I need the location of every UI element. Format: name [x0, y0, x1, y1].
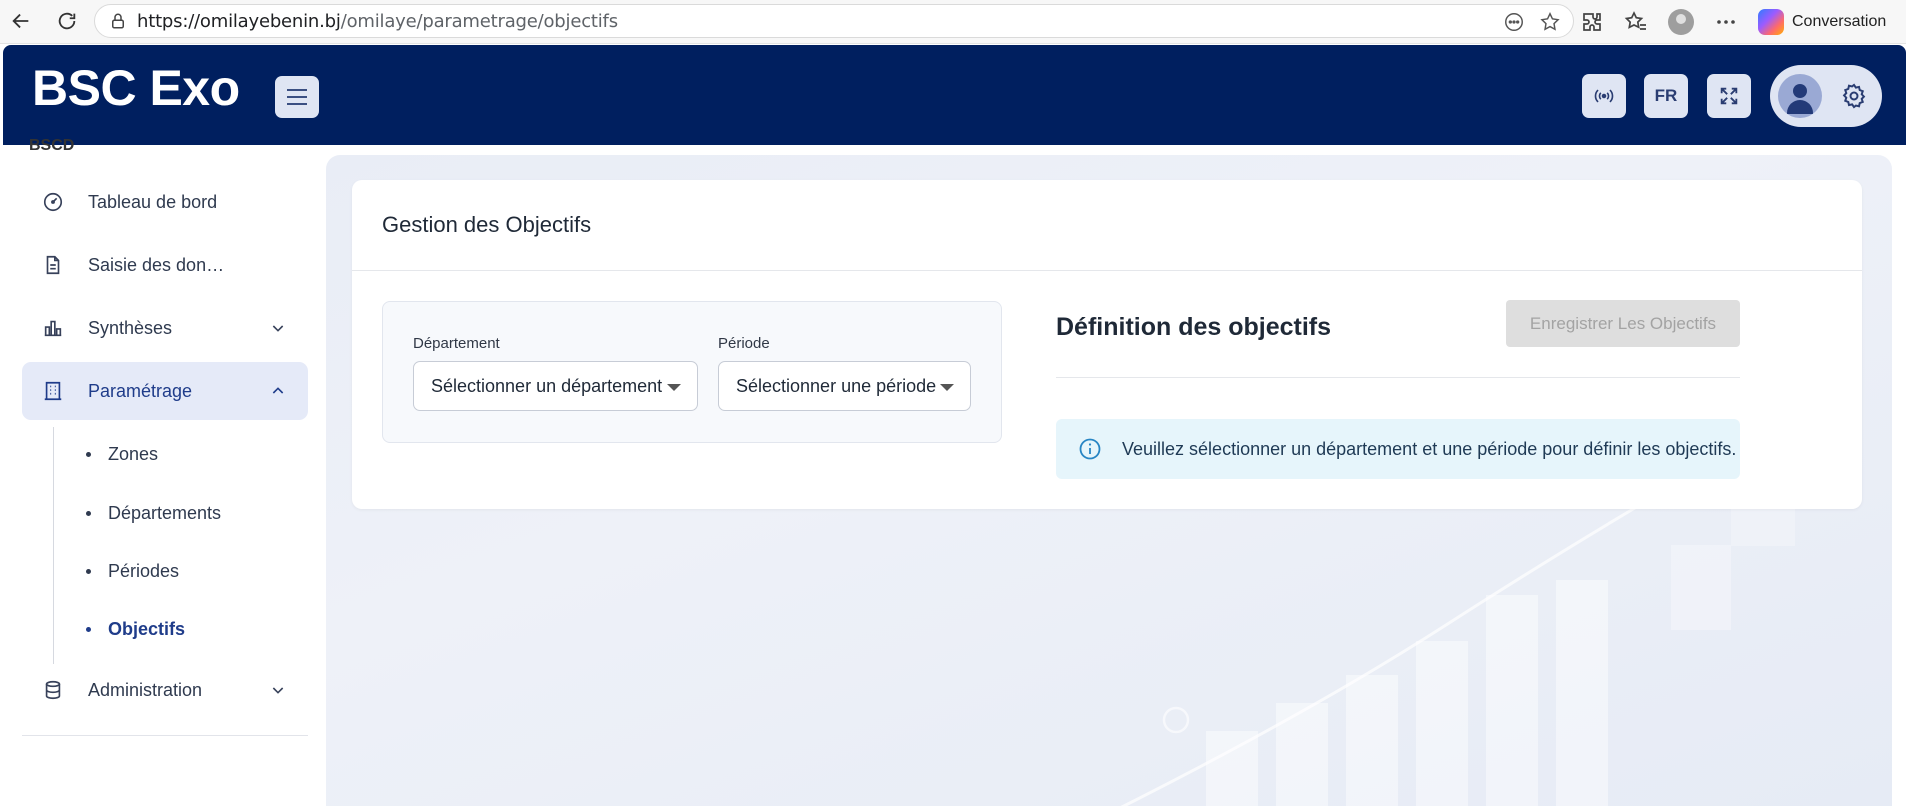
period-select-value: Sélectionner une période: [736, 375, 937, 396]
app-header: BSC Exo FR: [3, 45, 1906, 145]
broadcast-button[interactable]: [1582, 74, 1626, 118]
reader-icon[interactable]: [1503, 11, 1525, 33]
caret-down-icon: [940, 384, 954, 391]
reload-icon[interactable]: [50, 4, 84, 38]
browser-profile-icon[interactable]: [1668, 9, 1694, 35]
back-icon[interactable]: [4, 4, 38, 38]
gear-icon[interactable]: [1840, 82, 1868, 110]
sidebar-subitem-periods[interactable]: Périodes: [86, 556, 179, 586]
brand-title: BSC Exo: [32, 60, 240, 116]
favorite-star-icon[interactable]: [1539, 11, 1561, 33]
url-path: /omilaye/parametrage/objectifs: [340, 10, 618, 32]
database-icon: [45, 680, 61, 700]
avatar[interactable]: [1778, 74, 1822, 118]
definition-title: Définition des objectifs: [1056, 313, 1332, 341]
chevron-up-icon: [272, 387, 284, 394]
bullet-icon: [86, 510, 91, 516]
url-text: https://omilayebenin.bj/omilaye/parametr…: [137, 11, 618, 32]
bullet-icon: [86, 451, 91, 457]
copilot-button[interactable]: Conversation: [1758, 9, 1886, 35]
language-button[interactable]: FR: [1644, 74, 1688, 118]
bullet-icon: [86, 626, 91, 632]
info-icon: [1079, 438, 1101, 460]
department-select[interactable]: Sélectionner un département: [413, 361, 698, 411]
sidebar-item-label: Synthèses: [88, 317, 173, 338]
submenu-line: [53, 427, 54, 664]
copilot-icon: [1758, 9, 1784, 35]
url-host: https://omilayebenin.bj: [137, 10, 341, 32]
document-icon: [46, 255, 60, 275]
menu-toggle-button[interactable]: [275, 76, 319, 118]
caret-down-icon: [667, 384, 681, 391]
info-message: Veuillez sélectionner un département et …: [1122, 438, 1737, 459]
sidebar-item-label: Administration: [88, 679, 203, 700]
building-icon: [44, 381, 62, 401]
sidebar-item-syntheses[interactable]: Synthèses: [22, 299, 308, 357]
save-objectives-button[interactable]: Enregistrer Les Objectifs: [1506, 300, 1740, 347]
more-icon[interactable]: [1714, 10, 1738, 34]
sidebar: BSCD Tableau de bord Saisie des don… Syn…: [0, 137, 326, 806]
bullet-icon: [86, 568, 91, 574]
sidebar-item-label: Tableau de bord: [88, 191, 218, 212]
sidebar-item-data-entry[interactable]: Saisie des don…: [22, 236, 308, 294]
fullscreen-icon: [1720, 87, 1738, 105]
bar-chart-icon: [44, 320, 62, 337]
sidebar-subitem-objectives[interactable]: Objectifs: [86, 614, 185, 644]
page-title: Gestion des Objectifs: [382, 212, 592, 237]
extensions-icon[interactable]: [1580, 10, 1604, 34]
copilot-label: Conversation: [1792, 13, 1887, 30]
sidebar-section-label: BSCD: [29, 137, 75, 151]
objectives-card: Gestion des Objectifs Département Sélect…: [352, 180, 1862, 509]
department-label: Département: [413, 335, 500, 352]
sidebar-subitem-label: Objectifs: [108, 618, 186, 639]
sidebar-subitem-zones[interactable]: Zones: [86, 439, 158, 469]
user-menu[interactable]: [1770, 65, 1882, 127]
info-alert: Veuillez sélectionner un département et …: [1056, 419, 1740, 479]
address-bar[interactable]: https://omilayebenin.bj/omilaye/parametr…: [94, 4, 1574, 38]
lock-icon[interactable]: [109, 12, 127, 30]
definition-divider: [1056, 377, 1740, 378]
favorites-icon[interactable]: [1624, 10, 1648, 34]
department-select-value: Sélectionner un département: [431, 375, 663, 396]
chevron-down-icon: [272, 687, 284, 694]
language-label: FR: [1654, 86, 1678, 105]
filter-panel: Département Sélectionner un département …: [382, 301, 1002, 443]
sidebar-subitem-label: Zones: [108, 443, 159, 464]
chevron-down-icon: [272, 325, 284, 332]
broadcast-icon: [1594, 89, 1614, 103]
main-content: Gestion des Objectifs Département Sélect…: [326, 155, 1892, 806]
sidebar-item-label: Saisie des don…: [88, 254, 225, 275]
period-label: Période: [718, 335, 770, 352]
sidebar-subitem-label: Périodes: [108, 560, 180, 581]
sidebar-subitem-departments[interactable]: Départements: [86, 498, 221, 528]
fullscreen-button[interactable]: [1707, 74, 1751, 118]
hamburger-icon: [287, 87, 307, 108]
sidebar-item-label: Paramétrage: [88, 380, 193, 401]
sidebar-item-settings[interactable]: Paramétrage: [22, 362, 308, 420]
gauge-icon: [43, 192, 63, 212]
sidebar-item-administration[interactable]: Administration: [22, 661, 308, 719]
period-select[interactable]: Sélectionner une période: [718, 361, 971, 411]
card-divider: [352, 270, 1862, 271]
sidebar-item-dashboard[interactable]: Tableau de bord: [22, 173, 308, 231]
sidebar-divider: [22, 735, 308, 736]
browser-toolbar: https://omilayebenin.bj/omilaye/parametr…: [0, 0, 1906, 44]
sidebar-subitem-label: Départements: [108, 502, 222, 523]
